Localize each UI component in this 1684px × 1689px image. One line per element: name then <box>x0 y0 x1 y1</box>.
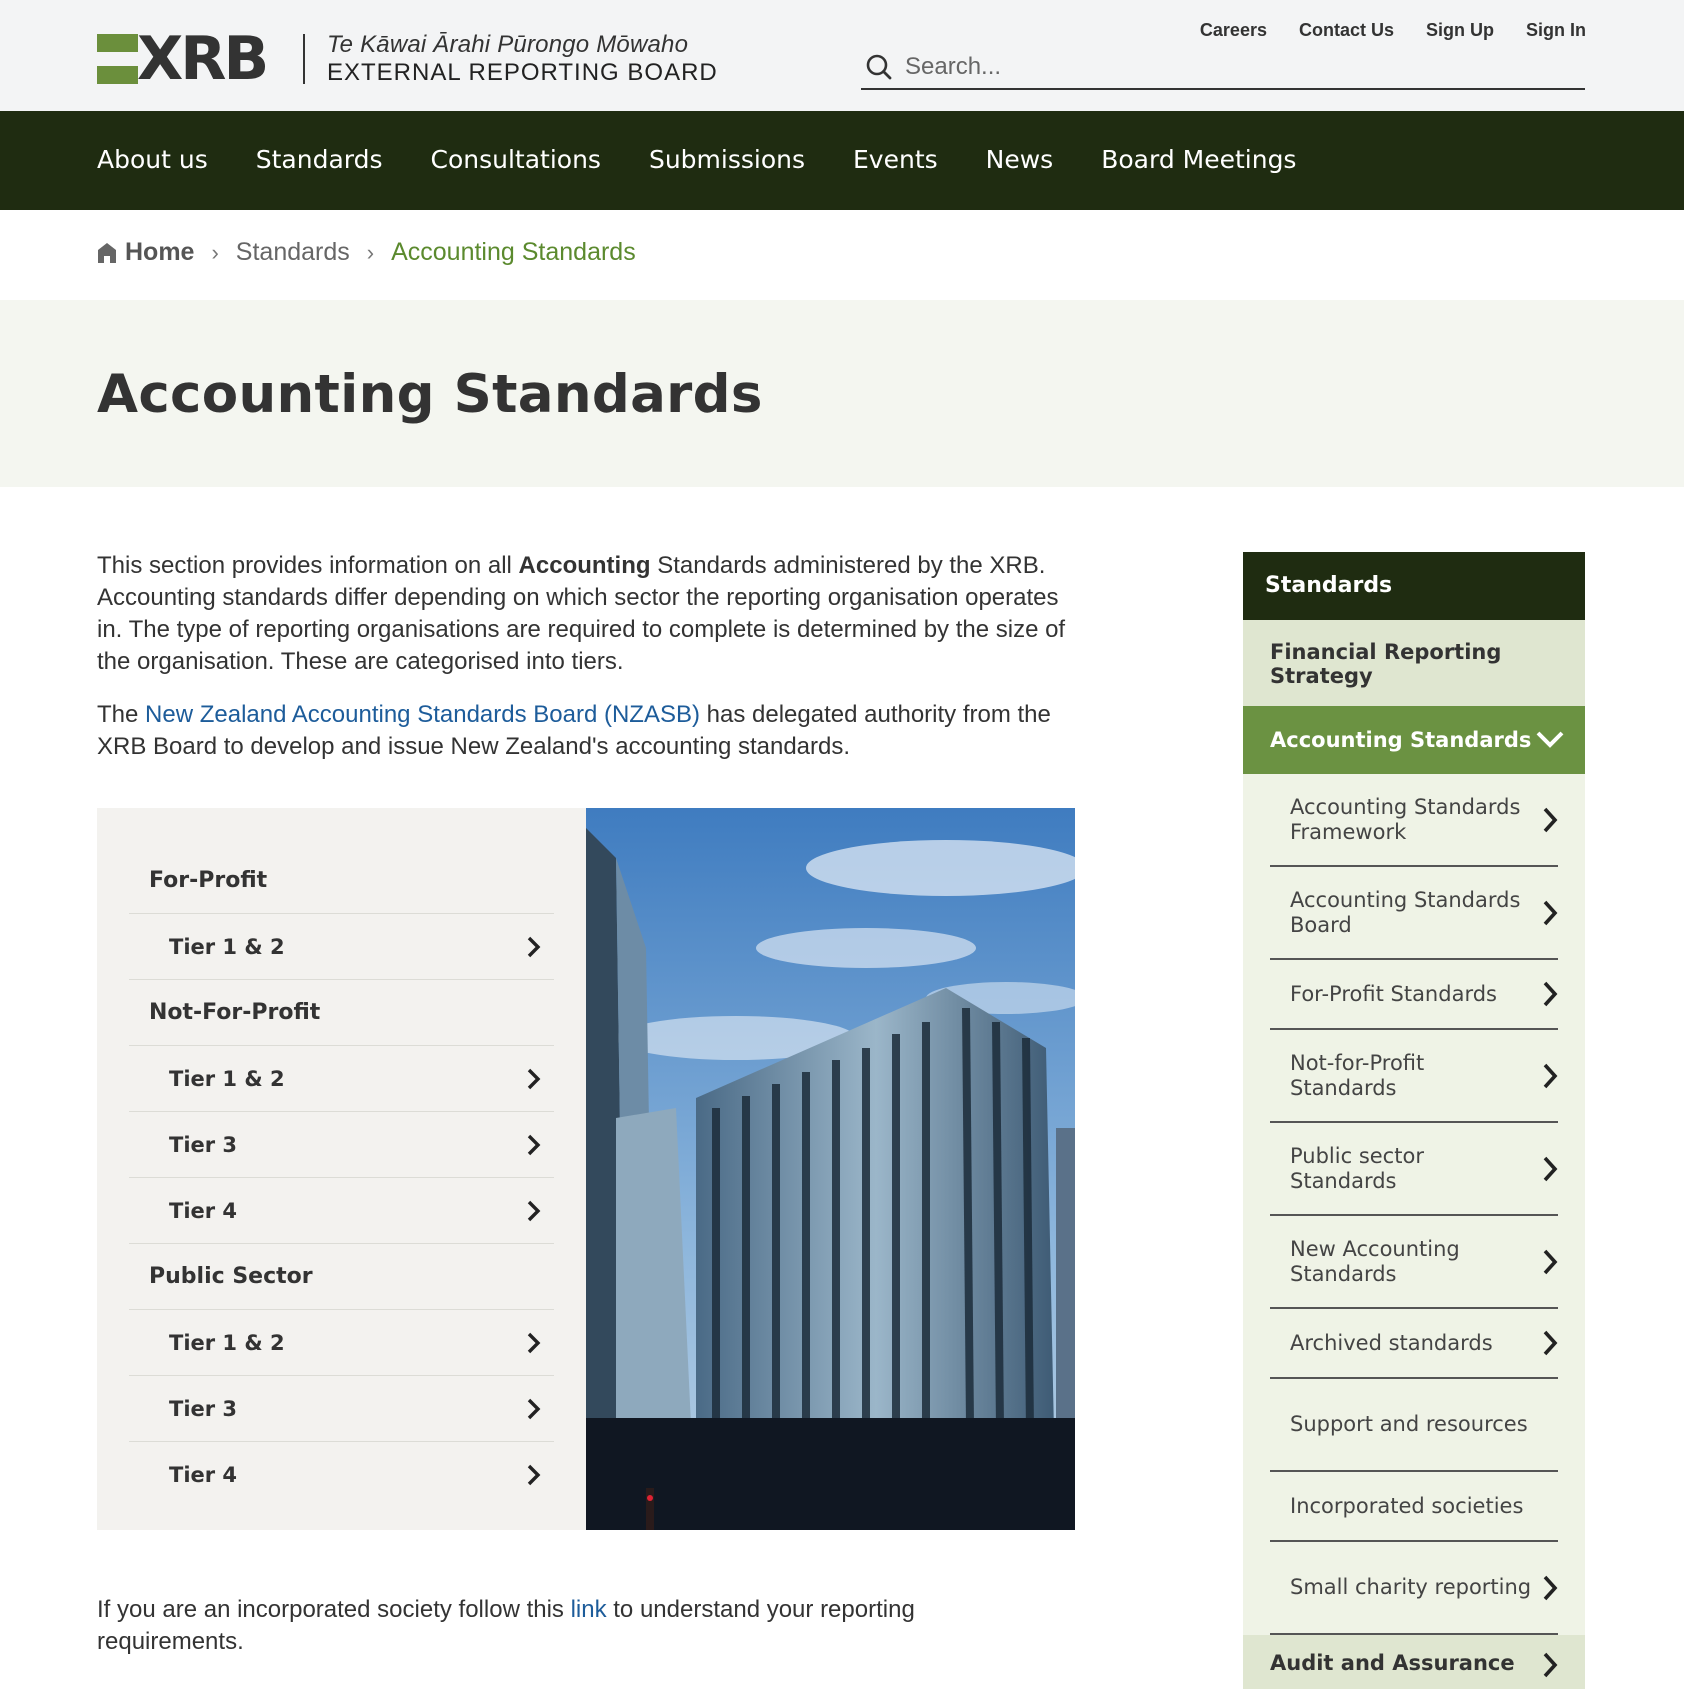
nfp-tier-1-2[interactable]: Tier 1 & 2 <box>129 1046 554 1112</box>
nfp-tier-3[interactable]: Tier 3 <box>129 1112 554 1178</box>
chevron-right-icon <box>527 936 541 957</box>
search-icon[interactable] <box>865 53 893 81</box>
ps-tier-4[interactable]: Tier 4 <box>129 1442 554 1508</box>
chevron-right-icon <box>527 1068 541 1089</box>
breadcrumb-current: Accounting Standards <box>391 238 636 266</box>
breadcrumb-standards[interactable]: Standards <box>236 238 350 267</box>
sidebar-item-framework[interactable]: Accounting Standards Framework <box>1270 774 1558 867</box>
sidebar-submenu: Accounting Standards Framework Accountin… <box>1243 774 1585 1635</box>
for-profit-tier-1-2[interactable]: Tier 1 & 2 <box>129 914 554 980</box>
sidebar-header[interactable]: Standards <box>1243 552 1585 620</box>
utility-links: Careers Contact Us Sign Up Sign In <box>1200 20 1586 41</box>
search-input[interactable] <box>905 52 1545 81</box>
group-not-for-profit: Not-For-Profit <box>129 980 554 1046</box>
intro-paragraph-1: This section provides information on all… <box>97 552 1066 675</box>
home-icon <box>98 242 116 263</box>
breadcrumb-separator-icon: › <box>366 239 375 265</box>
nav-about-us[interactable]: About us <box>97 145 208 174</box>
sidebar-audit-assurance[interactable]: Audit and Assurance <box>1243 1635 1585 1689</box>
breadcrumb-separator-icon: › <box>211 239 219 265</box>
nav-events[interactable]: Events <box>853 145 938 174</box>
incorporated-society-note: If you are an incorporated society follo… <box>97 1596 915 1655</box>
contact-us-link[interactable]: Contact Us <box>1299 20 1394 41</box>
logo-english-name: EXTERNAL REPORTING BOARD <box>327 59 718 86</box>
nav-board-meetings[interactable]: Board Meetings <box>1101 145 1296 174</box>
xrb-logo[interactable]: XRB Te Kāwai Ārahi Pūrongo Mōwaho EXTERN… <box>97 27 718 91</box>
ps-tier-3[interactable]: Tier 3 <box>129 1376 554 1442</box>
nav-news[interactable]: News <box>986 145 1054 174</box>
chevron-right-icon <box>1543 1575 1558 1600</box>
chevron-right-icon <box>1543 1249 1558 1274</box>
section-sidebar: Standards Financial Reporting Strategy A… <box>1243 552 1585 1689</box>
chevron-right-icon <box>527 1200 541 1221</box>
nav-standards[interactable]: Standards <box>256 145 383 174</box>
nzasb-link[interactable]: New Zealand Accounting Standards Board (… <box>145 701 700 728</box>
ps-tier-1-2[interactable]: Tier 1 & 2 <box>129 1310 554 1376</box>
chevron-down-icon[interactable] <box>1535 730 1565 750</box>
main-nav: About us Standards Consultations Submiss… <box>0 111 1684 210</box>
chevron-right-icon <box>527 1398 541 1419</box>
incorporated-society-link[interactable]: link <box>571 1596 607 1623</box>
sidebar-item-archived[interactable]: Archived standards <box>1270 1309 1558 1379</box>
chevron-right-icon <box>1543 1156 1558 1181</box>
page-hero: Accounting Standards <box>0 300 1684 487</box>
sidebar-item-board[interactable]: Accounting Standards Board <box>1270 867 1558 960</box>
sidebar-item-public-sector[interactable]: Public sector Standards <box>1270 1123 1558 1216</box>
chevron-right-icon <box>1543 1652 1558 1678</box>
chevron-right-icon <box>1543 1330 1558 1356</box>
sidebar-item-support[interactable]: Support and resources <box>1270 1379 1558 1472</box>
tier-navigation-panel: For-Profit Tier 1 & 2 Not-For-Profit Tie… <box>97 808 586 1530</box>
chevron-right-icon <box>527 1134 541 1155</box>
chevron-right-icon <box>1543 807 1558 832</box>
nav-submissions[interactable]: Submissions <box>649 145 805 174</box>
chevron-right-icon <box>527 1332 541 1353</box>
sidebar-financial-reporting-strategy[interactable]: Financial Reporting Strategy <box>1243 620 1585 706</box>
careers-link[interactable]: Careers <box>1200 20 1267 41</box>
chevron-right-icon <box>1543 1063 1558 1088</box>
group-public-sector: Public Sector <box>129 1244 554 1310</box>
chevron-right-icon <box>1543 900 1558 925</box>
sidebar-item-small-charity[interactable]: Small charity reporting <box>1270 1542 1558 1635</box>
sidebar-item-new-standards[interactable]: New Accounting Standards <box>1270 1216 1558 1309</box>
logo-maori-name: Te Kāwai Ārahi Pūrongo Mōwaho <box>327 31 689 58</box>
page-title: Accounting Standards <box>97 364 763 425</box>
building-photo <box>586 808 1075 1530</box>
breadcrumb: Home › Standards › Accounting Standards <box>97 238 636 267</box>
nav-consultations[interactable]: Consultations <box>431 145 601 174</box>
sign-up-link[interactable]: Sign Up <box>1426 20 1494 41</box>
sidebar-accounting-standards[interactable]: Accounting Standards <box>1243 706 1585 774</box>
search-bar <box>861 45 1585 90</box>
sidebar-item-not-for-profit[interactable]: Not-for-Profit Standards <box>1270 1030 1558 1123</box>
sidebar-item-for-profit[interactable]: For-Profit Standards <box>1270 960 1558 1030</box>
intro-paragraph-2: The New Zealand Accounting Standards Boa… <box>97 701 1051 760</box>
group-for-profit: For-Profit <box>129 848 554 914</box>
logo-divider <box>303 34 305 84</box>
chevron-right-icon <box>527 1464 541 1486</box>
sign-in-link[interactable]: Sign In <box>1526 20 1586 41</box>
sidebar-item-incorporated-societies[interactable]: Incorporated societies <box>1270 1472 1558 1542</box>
breadcrumb-home[interactable]: Home <box>97 238 194 267</box>
nfp-tier-4[interactable]: Tier 4 <box>129 1178 554 1244</box>
xrb-logo-mark: XRB <box>97 27 279 91</box>
chevron-right-icon <box>1543 981 1558 1007</box>
site-header: XRB Te Kāwai Ārahi Pūrongo Mōwaho EXTERN… <box>0 0 1684 111</box>
intro-text: This section provides information on all… <box>97 550 1077 784</box>
